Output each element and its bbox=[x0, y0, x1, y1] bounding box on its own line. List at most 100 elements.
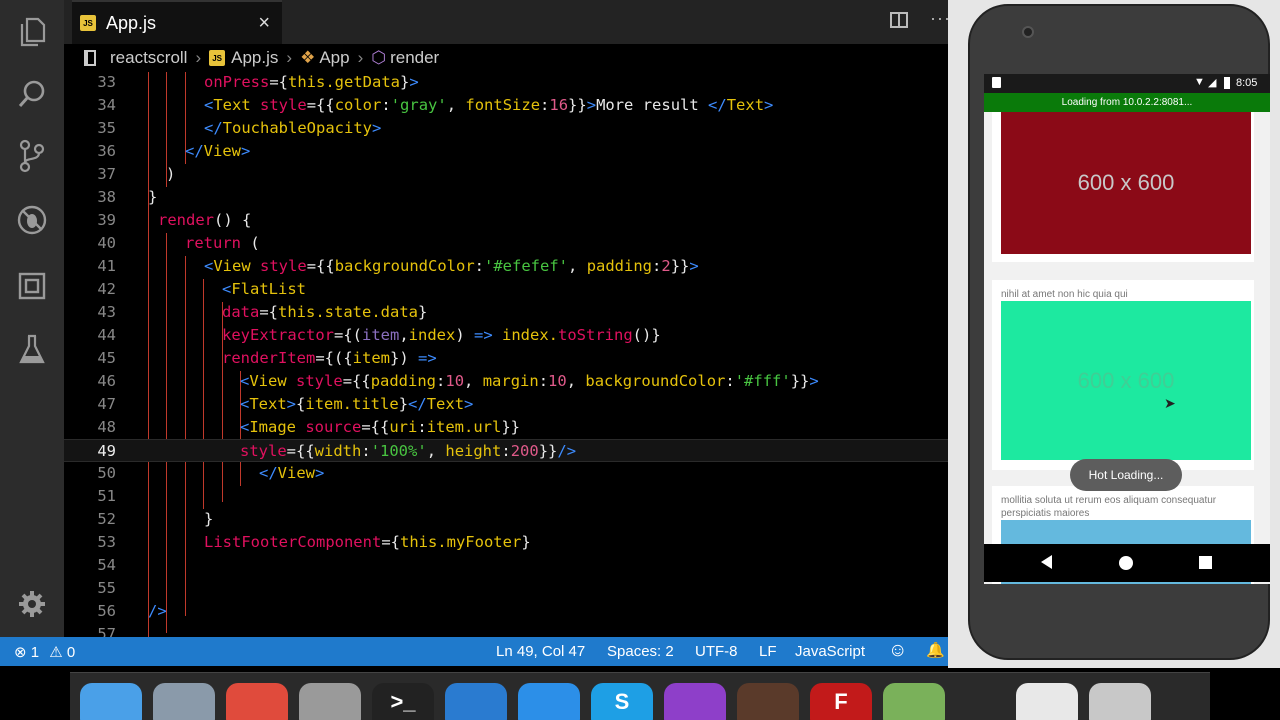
tab-app-js[interactable]: JS App.js × bbox=[72, 0, 282, 44]
list-item[interactable]: nihil at amet non hic quia qui 600 x 600 bbox=[992, 280, 1254, 470]
code-token: Image bbox=[249, 418, 306, 436]
indentation[interactable]: Spaces: 2 bbox=[607, 643, 674, 660]
code-line[interactable]: 57 bbox=[64, 623, 948, 637]
recents-icon[interactable] bbox=[1199, 556, 1212, 569]
line-number: 48 bbox=[97, 418, 116, 436]
list-item[interactable]: 600 x 600 bbox=[992, 112, 1254, 262]
code-line[interactable]: 44 keyExtractor={(item,index) => index.to… bbox=[64, 324, 948, 347]
cursor-position[interactable]: Ln 49, Col 47 bbox=[496, 643, 585, 660]
code-token: : bbox=[538, 372, 549, 390]
code-line[interactable]: 54 bbox=[64, 554, 948, 577]
code-line[interactable]: 42 <FlatList bbox=[64, 278, 948, 301]
code-token: /> bbox=[557, 442, 577, 460]
code-token: : bbox=[652, 257, 662, 275]
settings-gear-icon[interactable] bbox=[14, 586, 50, 622]
battery-icon bbox=[1224, 77, 1230, 89]
code-line[interactable]: 33 onPress={this.getData}> bbox=[64, 72, 948, 94]
code-text: <FlatList bbox=[222, 278, 306, 301]
search-icon[interactable] bbox=[14, 76, 50, 112]
code-token: Text bbox=[213, 96, 261, 114]
code-line[interactable]: 46 <View style={{padding:10, margin:10, b… bbox=[64, 370, 948, 393]
extensions-icon[interactable] bbox=[14, 268, 50, 304]
back-icon[interactable] bbox=[1041, 555, 1052, 569]
dock-app-filezilla-icon[interactable]: F bbox=[810, 683, 872, 720]
code-token: > bbox=[764, 96, 774, 114]
dock-app-finder-icon[interactable] bbox=[80, 683, 142, 720]
code-line[interactable]: 34 <Text style={{color:'gray', fontSize:1… bbox=[64, 94, 948, 117]
app-screen[interactable]: ▼ ◢ 8:05 Loading from 10.0.2.2:8081... 6… bbox=[984, 74, 1270, 584]
line-ending[interactable]: LF bbox=[759, 643, 777, 660]
dock-app-terminal-icon[interactable]: >_ bbox=[372, 683, 434, 720]
code-text: return ( bbox=[185, 232, 260, 255]
dock-app-trash-icon[interactable] bbox=[1089, 683, 1151, 720]
code-line[interactable]: 40 return ( bbox=[64, 232, 948, 255]
code-line[interactable]: 50 </View> bbox=[64, 462, 948, 485]
code-token: }} bbox=[501, 418, 521, 436]
code-line[interactable]: 49 style={{width:'100%', height:200}}/> bbox=[64, 439, 948, 462]
code-line[interactable]: 37) bbox=[64, 163, 948, 186]
dock-app-android-emulator-icon[interactable] bbox=[883, 683, 945, 720]
code-token: render bbox=[158, 211, 214, 229]
signal-icon: ◢ bbox=[1208, 77, 1217, 89]
dock-app-documents-icon[interactable] bbox=[1016, 683, 1078, 720]
code-text: ListFooterComponent={this.myFooter} bbox=[204, 531, 531, 554]
code-line[interactable]: 56 /> bbox=[64, 600, 948, 623]
code-editor[interactable]: 33 onPress={this.getData}> 34 <Text style={… bbox=[64, 72, 948, 637]
code-line[interactable]: 48 <Image source={{uri:item.url}} bbox=[64, 416, 948, 439]
line-number: 46 bbox=[97, 372, 116, 390]
split-editor-icon[interactable] bbox=[890, 12, 908, 28]
breadcrumb-class[interactable]: ❖ App bbox=[300, 48, 350, 68]
home-icon[interactable] bbox=[1119, 556, 1133, 570]
explorer-icon[interactable] bbox=[14, 14, 50, 50]
code-line[interactable]: 52} bbox=[64, 508, 948, 531]
code-token: 10 bbox=[548, 372, 567, 390]
code-line[interactable]: 39 render() { bbox=[64, 209, 948, 232]
code-token: : bbox=[725, 372, 735, 390]
dock-app-chrome-icon[interactable] bbox=[226, 683, 288, 720]
test-flask-icon[interactable] bbox=[14, 332, 50, 368]
encoding[interactable]: UTF-8 bbox=[695, 643, 738, 660]
code-line[interactable]: 43 data={this.state.data} bbox=[64, 301, 948, 324]
code-line[interactable]: 47 <Text>{item.title}</Text> bbox=[64, 393, 948, 416]
notification-bell-icon[interactable]: 🔔 bbox=[926, 641, 945, 659]
source-control-icon[interactable] bbox=[14, 138, 50, 174]
code-line[interactable]: 35 </TouchableOpacity> bbox=[64, 117, 948, 140]
code-line[interactable]: 38} bbox=[64, 186, 948, 209]
code-token: return bbox=[185, 234, 241, 252]
code-line[interactable]: 41 <View style={{backgroundColor:'#efefef… bbox=[64, 255, 948, 278]
code-text: keyExtractor={(item,index) => index.toSt… bbox=[222, 324, 661, 347]
dock-app-system-preferences-icon[interactable] bbox=[299, 683, 361, 720]
dock-app-launchpad-icon[interactable] bbox=[153, 683, 215, 720]
toast-message: Hot Loading... bbox=[1070, 459, 1182, 491]
feedback-smiley-icon[interactable]: ☺ bbox=[888, 640, 907, 662]
problems-indicator[interactable]: ⊗ 1 ⚠ 0 bbox=[14, 643, 75, 661]
code-line[interactable]: 51 bbox=[64, 485, 948, 508]
code-token: source bbox=[305, 418, 362, 436]
code-line[interactable]: 55 bbox=[64, 577, 948, 600]
code-token: => bbox=[417, 349, 437, 367]
breadcrumb-folder[interactable]: reactscroll bbox=[110, 48, 187, 68]
dock-app-photos-icon[interactable] bbox=[737, 683, 799, 720]
code-token: onPress bbox=[204, 73, 270, 91]
code-token: }} bbox=[538, 442, 558, 460]
code-token: item bbox=[361, 326, 400, 344]
debug-icon[interactable] bbox=[14, 202, 50, 238]
code-token: : bbox=[381, 96, 391, 114]
clock: 8:05 bbox=[1236, 77, 1258, 89]
dock-app-github-desktop-icon[interactable] bbox=[664, 683, 726, 720]
code-line[interactable]: 45 renderItem={({item}) => bbox=[64, 347, 948, 370]
dock-app-xcode-icon[interactable] bbox=[518, 683, 580, 720]
dock-app-visual-studio-code-icon[interactable] bbox=[445, 683, 507, 720]
dock-app-skype-icon[interactable]: S bbox=[591, 683, 653, 720]
code-token: </ bbox=[708, 96, 727, 114]
code-text: renderItem={({item}) => bbox=[222, 347, 437, 370]
close-icon[interactable]: × bbox=[258, 12, 270, 35]
language-mode[interactable]: JavaScript bbox=[795, 643, 865, 660]
breadcrumb-method[interactable]: ⬡ render bbox=[371, 48, 439, 68]
code-token: '100%' bbox=[370, 442, 427, 460]
code-line[interactable]: 36 </View> bbox=[64, 140, 948, 163]
code-token: ) bbox=[166, 165, 176, 183]
breadcrumb-file[interactable]: JS App.js bbox=[209, 48, 278, 68]
code-token: ListFooterComponent bbox=[204, 533, 382, 551]
code-line[interactable]: 53 ListFooterComponent={this.myFooter} bbox=[64, 531, 948, 554]
